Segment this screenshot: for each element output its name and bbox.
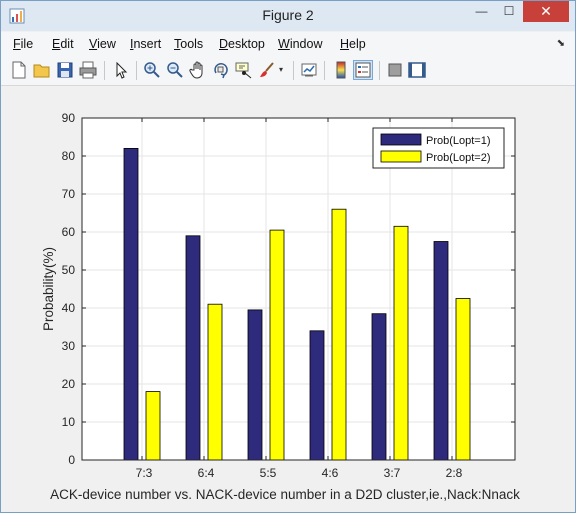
toolbar-separator [379,61,380,80]
menu-view-accesskey: V [89,37,98,51]
data-cursor-icon[interactable] [235,61,253,79]
legend-label-1: Prob(Lopt=1) [426,135,491,147]
y-axis-label: Probability(%) [41,247,56,331]
bar-2-2-8[interactable] [455,298,471,461]
save-icon[interactable] [56,61,74,79]
toolbar-separator [136,61,137,80]
link-plot-icon[interactable] [300,61,318,79]
toolbar-separator [324,61,325,80]
dock-figure-icon[interactable]: ⬊ [557,38,565,49]
legend-swatch-1 [380,133,422,146]
open-file-icon[interactable] [33,61,51,79]
brush-icon[interactable] [258,61,276,79]
menu-file[interactable]: File [13,37,33,51]
y-tick-label: 30 [62,339,76,353]
menu-window[interactable]: Window [278,37,322,51]
menu-help-rest: elp [349,37,366,51]
colorbar-icon[interactable] [332,61,350,79]
bar-1-2-8[interactable] [433,241,449,461]
bar-2-5-5[interactable] [269,229,285,461]
toolbar-separator [104,61,105,80]
menu-edit-rest: dit [60,37,74,51]
menu-tools-rest: ools [180,37,204,51]
figure-toolbar: ▾ [1,56,575,86]
x-tick-label: 3:7 [384,466,401,480]
menu-edit[interactable]: Edit [52,37,74,51]
menu-window-accesskey: W [278,37,290,51]
x-tick-label: 7:3 [136,466,153,480]
menu-desktop[interactable]: Desktop [219,37,265,51]
y-tick-label: 0 [68,453,75,467]
pan-hand-icon[interactable] [189,61,207,79]
menu-help-accesskey: H [340,37,350,51]
legend-glyph-icon [355,62,371,78]
brush-dropdown-icon[interactable]: ▾ [279,61,287,79]
menu-file-accesskey: F [13,37,21,51]
menu-file-rest: ile [20,37,34,51]
menu-view-rest: iew [97,37,116,51]
y-tick-label: 40 [62,301,76,315]
minimize-button[interactable]: — [468,1,495,22]
bar-1-3-7[interactable] [371,313,387,461]
bar-2-4-6[interactable] [331,208,347,461]
rotate-3d-icon[interactable] [212,61,230,79]
menu-window-rest: indow [289,37,323,51]
bar-1-7-3[interactable] [123,148,139,461]
y-tick-label: 20 [62,377,76,391]
menu-insert-rest: nsert [133,37,162,51]
pointer-icon[interactable] [112,61,130,79]
figure-window: Figure 2 — ☐ ✕ File Edit View Insert Too… [0,0,576,513]
new-figure-icon[interactable] [10,61,28,79]
y-tick-label: 90 [62,111,76,125]
menu-tools[interactable]: Tools [174,37,203,51]
zoom-out-icon[interactable] [166,61,184,79]
title-bar[interactable]: Figure 2 — ☐ ✕ [1,1,575,31]
x-tick-label: 5:5 [260,466,277,480]
x-tick-label: 2:8 [446,466,463,480]
figure-canvas: 0 10 20 30 40 50 60 70 80 90 7:3 6:4 5:5 4:6 3:7 2:8 Pro… [7,87,569,507]
y-tick-label: 70 [62,187,76,201]
menu-desktop-accesskey: D [219,37,229,51]
legend-swatch-2 [380,150,422,163]
legend-label-2: Prob(Lopt=2) [426,152,491,164]
bar-2-7-3[interactable] [145,391,161,461]
legend-icon[interactable] [353,60,373,80]
bar-1-5-5[interactable] [247,309,263,461]
menu-help[interactable]: Help [340,37,366,51]
menu-insert[interactable]: Insert [130,37,161,51]
bar-chart[interactable]: 0 10 20 30 40 50 60 70 80 90 7:3 6:4 5:5 4:6 3:7 2:8 Pro… [7,87,569,507]
y-tick-label: 80 [62,149,76,163]
y-tick-label: 10 [62,415,76,429]
y-tick-label: 50 [62,263,76,277]
menu-bar: File Edit View Insert Tools Desktop Wind… [1,32,575,56]
bar-2-3-7[interactable] [393,225,409,461]
bar-1-6-4[interactable] [185,235,201,461]
close-button[interactable]: ✕ [523,1,569,22]
print-icon[interactable] [79,61,97,79]
y-tick-label: 60 [62,225,76,239]
show-plot-tools-icon[interactable] [408,61,426,79]
zoom-in-icon[interactable] [143,61,161,79]
toolbar-separator [293,61,294,80]
x-tick-label: 4:6 [322,466,339,480]
menu-desktop-rest: esktop [228,37,265,51]
bar-2-6-4[interactable] [207,303,223,461]
maximize-button[interactable]: ☐ [496,1,522,22]
menu-view[interactable]: View [89,37,116,51]
bar-1-4-6[interactable] [309,330,325,461]
hide-plot-tools-icon[interactable] [386,61,404,79]
x-axis-label: ACK-device number vs. NACK-device number… [50,487,520,502]
x-tick-label: 6:4 [198,466,215,480]
